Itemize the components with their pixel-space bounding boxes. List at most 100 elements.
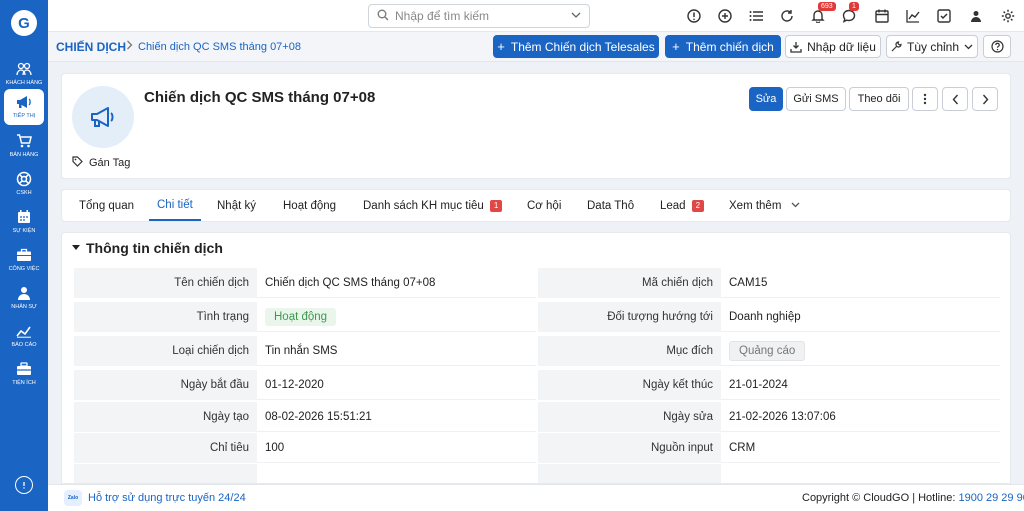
field-value: 21-02-2026 13:07:06 bbox=[721, 402, 1000, 432]
import-data-button[interactable]: Nhập dữ liệu bbox=[785, 35, 881, 58]
sidebar-item-label: CSKH bbox=[16, 190, 32, 196]
next-record-button[interactable] bbox=[972, 87, 998, 111]
sidebar-item-cskh[interactable]: CSKH bbox=[0, 166, 48, 202]
tab-overview[interactable]: Tổng quan bbox=[79, 190, 134, 221]
add-circle-icon[interactable] bbox=[716, 7, 734, 25]
field-label: Nguồn input bbox=[538, 433, 721, 463]
tab-log[interactable]: Nhật ký bbox=[217, 190, 256, 221]
field-value: 08-02-2026 15:51:21 bbox=[257, 402, 536, 432]
chevron-down-icon bbox=[964, 44, 973, 50]
field-value: 100 bbox=[257, 433, 536, 463]
sidebar-item-tasks[interactable]: CÔNG VIỆC bbox=[0, 242, 48, 278]
tab-details[interactable]: Chi tiết bbox=[149, 190, 201, 221]
question-icon bbox=[990, 40, 1004, 53]
sidebar-item-label: KHÁCH HÀNG bbox=[5, 80, 43, 86]
sidebar-item-marketing[interactable]: TIẾP THỊ bbox=[4, 89, 44, 125]
follow-button[interactable]: Theo dõi bbox=[849, 87, 909, 111]
field-value: Quảng cáo bbox=[721, 336, 1000, 366]
sidebar-item-label: TIẾP THỊ bbox=[12, 113, 36, 119]
wrench-icon bbox=[891, 41, 902, 52]
field-row: Tên chiến dịch Chiến dịch QC SMS tháng 0… bbox=[74, 268, 1000, 298]
help-circle-icon[interactable] bbox=[15, 476, 33, 494]
users-icon bbox=[16, 61, 32, 77]
info-icon[interactable] bbox=[685, 7, 703, 25]
assign-tag[interactable]: Gán Tag bbox=[72, 156, 130, 170]
tab-opportunities[interactable]: Cơ hội bbox=[527, 190, 561, 221]
sidebar-item-hr[interactable]: NHÂN SỰ bbox=[0, 280, 48, 316]
customize-button[interactable]: Tùy chỉnh bbox=[886, 35, 978, 58]
user-icon[interactable] bbox=[967, 7, 985, 25]
briefcase-icon bbox=[16, 247, 32, 263]
help-button[interactable] bbox=[983, 35, 1011, 58]
tab-target-list[interactable]: Danh sách KH mục tiêu 1 bbox=[363, 190, 503, 221]
previous-record-button[interactable] bbox=[942, 87, 968, 111]
refresh-icon[interactable] bbox=[778, 7, 796, 25]
chevron-down-icon[interactable] bbox=[571, 11, 581, 22]
purpose-badge: Quảng cáo bbox=[729, 340, 806, 361]
field-row-partial bbox=[74, 464, 1000, 483]
app-logo[interactable]: G bbox=[11, 10, 37, 36]
field-row: Ngày bắt đầu 01-12-2020 Ngày kết thúc 21… bbox=[74, 370, 1000, 400]
sidebar-item-label: NHÂN SỰ bbox=[11, 304, 37, 310]
add-telesales-campaign-button[interactable]: + Thêm Chiến dịch Telesales bbox=[493, 35, 659, 58]
checkbox-icon[interactable] bbox=[935, 7, 953, 25]
field-row: Chỉ tiêu 100 Nguồn input CRM bbox=[74, 433, 1000, 463]
add-campaign-button[interactable]: + Thêm chiến dịch bbox=[665, 35, 781, 58]
chat-badge: 1 bbox=[849, 2, 859, 11]
sidebar-item-sales[interactable]: BÁN HÀNG bbox=[0, 128, 48, 164]
plus-icon: + bbox=[672, 39, 680, 54]
field-label: Đối tượng hướng tới bbox=[538, 302, 721, 332]
section-header[interactable]: Thông tin chiến dịch bbox=[72, 240, 223, 256]
field-row: Tình trạng Hoạt động Đối tượng hướng tới… bbox=[74, 302, 1000, 332]
sidebar-item-customers[interactable]: KHÁCH HÀNG bbox=[0, 56, 48, 92]
tab-lead[interactable]: Lead 2 bbox=[660, 190, 705, 221]
sidebar-item-utilities[interactable]: TIỆN ÍCH bbox=[0, 356, 48, 392]
copyright: Copyright © CloudGO | Hotline: 1900 29 2… bbox=[802, 492, 1024, 504]
global-search[interactable] bbox=[368, 4, 590, 28]
chart-icon bbox=[16, 323, 32, 339]
tag-icon bbox=[72, 156, 83, 170]
edit-button[interactable]: Sửa bbox=[749, 87, 783, 111]
field-label: Ngày sửa bbox=[538, 402, 721, 432]
sidebar-item-reports[interactable]: BÁO CÁO bbox=[0, 318, 48, 354]
gear-icon[interactable] bbox=[999, 7, 1017, 25]
count-badge: 2 bbox=[691, 199, 705, 212]
field-label: Tên chiến dịch bbox=[74, 268, 257, 298]
plus-icon: + bbox=[497, 39, 505, 54]
record-header: Chiến dịch QC SMS tháng 07+08 Gán Tag Sử… bbox=[61, 73, 1011, 179]
field-value: CAM15 bbox=[721, 268, 1000, 298]
sidebar: G KHÁCH HÀNG TIẾP THỊ BÁN HÀNG CSKH SỰ K… bbox=[0, 0, 48, 511]
list-icon[interactable] bbox=[747, 7, 765, 25]
zalo-icon[interactable]: Zalo bbox=[64, 490, 82, 506]
search-input[interactable] bbox=[395, 9, 571, 23]
cart-icon bbox=[16, 133, 32, 149]
search-icon bbox=[377, 9, 389, 24]
hotline-link[interactable]: 1900 29 29 90 bbox=[958, 492, 1024, 504]
field-value: Tin nhắn SMS bbox=[257, 336, 536, 366]
field-row: Ngày tạo 08-02-2026 15:51:21 Ngày sửa 21… bbox=[74, 402, 1000, 432]
import-icon bbox=[790, 41, 802, 53]
online-support-link[interactable]: Hỗ trợ sử dụng trực tuyến 24/24 bbox=[88, 492, 246, 504]
sidebar-item-events[interactable]: SỰ KIỆN bbox=[0, 204, 48, 240]
calendar-icon[interactable] bbox=[873, 7, 891, 25]
breadcrumb: CHIẾN DỊCH Chiến dịch QC SMS tháng 07+08… bbox=[48, 32, 1024, 62]
bell-icon[interactable]: 693 bbox=[809, 2, 836, 25]
tab-raw-data[interactable]: Data Thô bbox=[587, 190, 634, 221]
more-actions-button[interactable] bbox=[912, 87, 938, 111]
status-badge: Hoạt động bbox=[265, 307, 337, 326]
caret-down-icon bbox=[72, 243, 80, 253]
field-label: Ngày kết thúc bbox=[538, 370, 721, 400]
support-icon bbox=[16, 171, 32, 187]
tab-more[interactable]: Xem thêm bbox=[729, 190, 800, 221]
breadcrumb-root[interactable]: CHIẾN DỊCH bbox=[56, 40, 126, 54]
field-row: Loại chiến dịch Tin nhắn SMS Mục đích Qu… bbox=[74, 336, 1000, 366]
field-label: Tình trạng bbox=[74, 302, 257, 332]
tools-icon bbox=[16, 361, 32, 377]
field-label: Loại chiến dịch bbox=[74, 336, 257, 366]
chat-icon[interactable]: 1 bbox=[840, 2, 859, 25]
breadcrumb-current[interactable]: Chiến dịch QC SMS tháng 07+08 bbox=[138, 41, 301, 53]
footer: Zalo Hỗ trợ sử dụng trực tuyến 24/24 Cop… bbox=[48, 484, 1024, 511]
send-sms-button[interactable]: Gửi SMS bbox=[786, 87, 846, 111]
tab-activities[interactable]: Hoạt động bbox=[283, 190, 336, 221]
line-chart-icon[interactable] bbox=[904, 7, 922, 25]
